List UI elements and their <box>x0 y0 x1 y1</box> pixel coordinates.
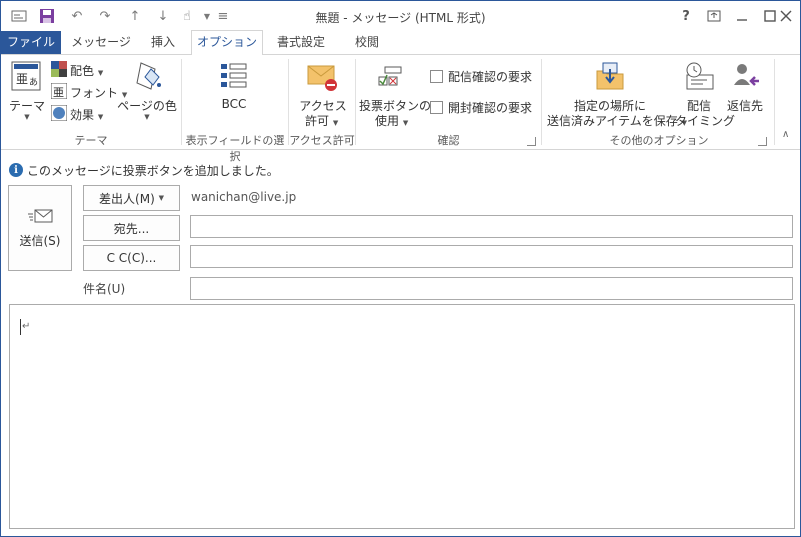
ribbon: 亜あ テーマ ▼ 配色 ▼ 亜 フォント ▼ 効果 ▼ ページの色 ▼ テーマ … <box>1 55 800 163</box>
voting-icon[interactable] <box>377 63 407 96</box>
save-sent-button[interactable]: 送信済みアイテムを保存 ▼ <box>547 112 687 129</box>
cc-button[interactable]: C C(C)... <box>83 245 180 271</box>
more-options-dialog-launcher-icon[interactable] <box>758 137 767 146</box>
cc-field[interactable] <box>190 245 793 268</box>
from-dropdown-icon: ▼ <box>158 194 164 202</box>
page-color-label[interactable]: ページの色 <box>117 97 177 114</box>
delay-delivery-icon[interactable] <box>683 61 715 94</box>
theme-group-label: テーマ <box>74 134 108 147</box>
reply-to-label[interactable]: 返信先 <box>723 97 767 114</box>
close-icon[interactable] <box>773 5 799 27</box>
more-options-group-label: その他のオプション <box>609 134 709 147</box>
effects-label: 効果 <box>70 108 95 122</box>
delivery-receipt-checkbox[interactable] <box>430 70 443 83</box>
ribbon-display-icon[interactable] <box>701 5 727 27</box>
colors-label: 配色 <box>70 64 95 78</box>
collapse-ribbon-icon[interactable]: ∧ <box>782 129 789 140</box>
from-address: wanichan@live.jp <box>191 190 297 204</box>
tab-file[interactable]: ファイル <box>1 31 61 54</box>
read-receipt-checkbox[interactable] <box>430 101 443 114</box>
tab-insert[interactable]: 挿入 <box>139 31 187 54</box>
send-icon <box>28 209 53 222</box>
tracking-group-label: 確認 <box>437 134 460 147</box>
delay-line2[interactable]: タイミング <box>675 112 735 129</box>
effects-icon <box>50 104 68 124</box>
title-bar: ↶ ↷ ↑ ↓ ☝ ▼ ≡ 無題 - メッセージ (HTML 形式) ? <box>1 1 800 31</box>
tab-format-text[interactable]: 書式設定 <box>265 31 337 54</box>
info-icon: i <box>9 163 23 177</box>
svg-text:亜: 亜 <box>53 86 64 99</box>
page-color-dropdown-icon[interactable]: ▼ <box>141 113 153 121</box>
message-body[interactable]: ↵ <box>9 304 795 529</box>
colors-button[interactable]: 配色 ▼ <box>70 62 103 79</box>
fonts-icon: 亜 <box>50 82 68 102</box>
help-icon[interactable]: ? <box>673 5 699 27</box>
to-button[interactable]: 宛先... <box>83 215 180 241</box>
tab-review[interactable]: 校閲 <box>341 31 393 54</box>
from-button-label: 差出人(M) <box>99 191 155 206</box>
permission-button[interactable]: 許可 ▼ <box>305 112 338 129</box>
cc-button-label: C C(C)... <box>106 251 157 265</box>
voting-line2: 使用 <box>375 114 400 128</box>
delivery-receipt-label[interactable]: 配信確認の要求 <box>448 68 532 85</box>
message-window: ↶ ↷ ↑ ↓ ☝ ▼ ≡ 無題 - メッセージ (HTML 形式) ? ファイ… <box>0 0 801 537</box>
read-receipt-label[interactable]: 開封確認の要求 <box>448 99 532 116</box>
subject-label: 件名(U) <box>83 282 126 296</box>
paragraph-mark: ↵ <box>22 321 31 332</box>
svg-text:亜: 亜 <box>16 72 28 86</box>
minimize-icon[interactable] <box>729 5 755 27</box>
permission-icon[interactable] <box>307 63 339 96</box>
text-cursor <box>20 319 21 335</box>
reply-to-icon[interactable] <box>731 61 761 94</box>
voting-button[interactable]: 使用 ▼ <box>375 112 408 129</box>
from-button[interactable]: 差出人(M) ▼ <box>83 185 180 211</box>
send-label: 送信(S) <box>19 233 61 248</box>
permission-line2: 許可 <box>305 114 330 128</box>
page-color-icon[interactable] <box>133 61 163 94</box>
send-button[interactable]: 送信(S) <box>8 185 72 271</box>
ribbon-tabs: ファイル メッセージ 挿入 オプション 書式設定 校閲 <box>1 30 800 56</box>
to-field[interactable] <box>190 215 793 238</box>
to-button-label: 宛先... <box>113 221 150 236</box>
save-sent-line2: 送信済みアイテムを保存 <box>547 114 678 128</box>
subject-field[interactable] <box>190 277 793 300</box>
theme-button-label[interactable]: テーマ <box>5 97 49 114</box>
theme-dropdown-icon[interactable]: ▼ <box>21 113 33 121</box>
tab-options[interactable]: オプション <box>191 30 263 56</box>
info-bar: i このメッセージに投票ボタンを追加しました。 <box>9 161 279 179</box>
bcc-icon[interactable] <box>219 61 249 94</box>
tab-message[interactable]: メッセージ <box>65 31 137 54</box>
permission-group-label: アクセス許可 <box>289 134 355 147</box>
fonts-label: フォント <box>70 86 119 100</box>
info-message: このメッセージに投票ボタンを追加しました。 <box>27 163 279 178</box>
fields-group-label: 表示フィールドの選択 <box>185 134 285 163</box>
colors-icon <box>51 61 67 80</box>
effects-button[interactable]: 効果 ▼ <box>70 106 103 123</box>
svg-text:あ: あ <box>29 77 38 88</box>
theme-icon[interactable]: 亜あ <box>11 61 41 94</box>
bcc-label[interactable]: BCC <box>207 97 261 111</box>
tracking-dialog-launcher-icon[interactable] <box>527 137 536 146</box>
save-sent-icon[interactable] <box>595 61 625 94</box>
group-separator <box>774 59 775 145</box>
